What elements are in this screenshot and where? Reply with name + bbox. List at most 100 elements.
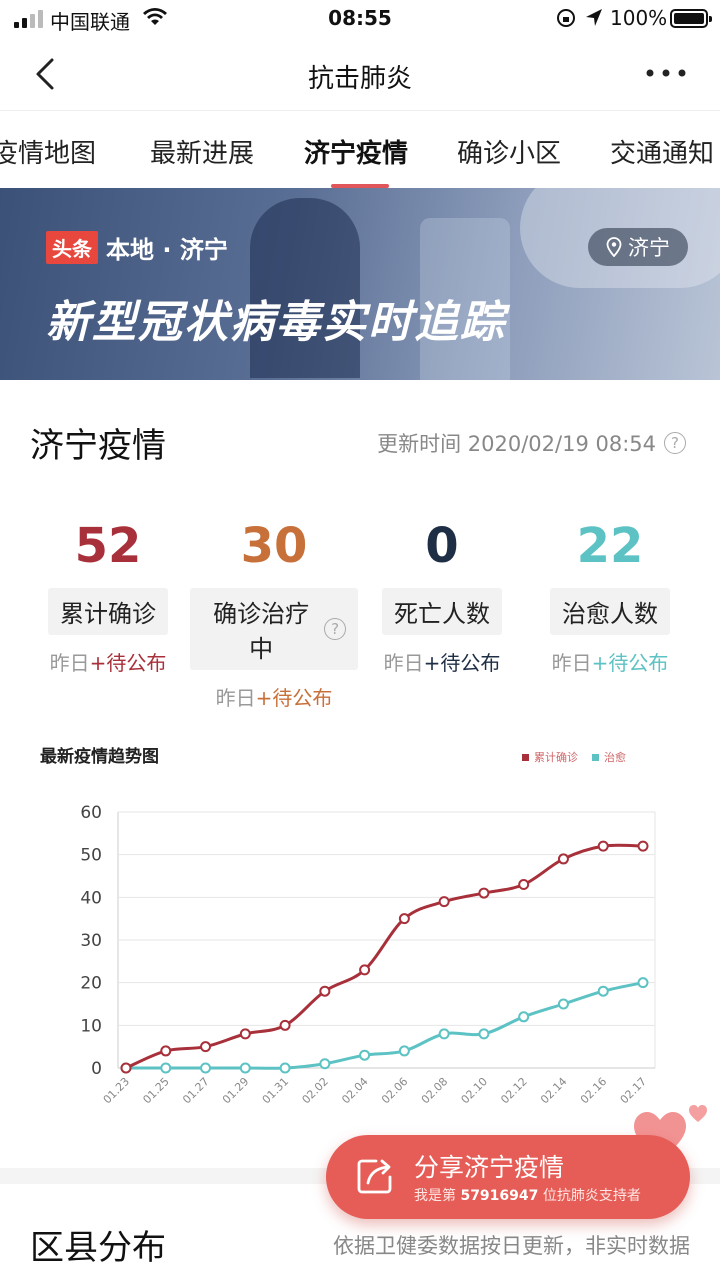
legend-label: 累计确诊 <box>534 751 578 764</box>
data-point <box>319 1058 331 1070</box>
stat-deaths: 0 死亡人数 昨日+待公布 <box>358 518 526 676</box>
update-time-text: 更新时间 2020/02/19 08:54 <box>377 432 656 456</box>
x-tick-label: 02.14 <box>538 1075 569 1106</box>
stat-delta-prefix: 昨日 <box>551 651 592 675</box>
x-tick-label: 01.25 <box>140 1075 171 1106</box>
tab-jining-epidemic[interactable]: 济宁疫情 <box>304 133 408 170</box>
stat-label-text: 治愈人数 <box>562 600 658 628</box>
x-tick-label: 02.04 <box>339 1075 370 1106</box>
hero-banner: 头条 本地 · 济宁 济宁 新型冠状病毒实时追踪 <box>0 188 720 380</box>
stat-value: 22 <box>576 518 644 574</box>
data-point <box>398 1045 410 1057</box>
data-point <box>637 977 649 989</box>
share-button[interactable]: 分享济宁疫情 我是第 57916947 位抗肺炎支持者 <box>326 1135 690 1219</box>
share-icon <box>357 1159 392 1194</box>
data-point <box>279 1019 291 1031</box>
data-point <box>557 998 569 1010</box>
stat-value: 0 <box>425 518 459 574</box>
tab-bar: 疫情地图 最新进展 济宁疫情 确诊小区 交通通知 <box>0 110 720 188</box>
chart-title: 最新疫情趋势图 <box>40 747 159 767</box>
legend-item-confirmed[interactable]: 累计确诊 <box>522 749 578 765</box>
section-title: 济宁疫情 <box>30 426 166 466</box>
data-point <box>597 985 609 997</box>
tab-latest-progress[interactable]: 最新进展 <box>150 133 254 170</box>
legend-swatch <box>592 753 599 761</box>
stat-label: 确诊治疗中? <box>190 588 358 670</box>
data-point <box>438 1028 450 1040</box>
location-selector[interactable]: 济宁 <box>588 228 688 266</box>
data-point <box>398 913 410 925</box>
stat-delta-value: +待公布 <box>591 651 669 675</box>
data-point <box>120 1062 132 1074</box>
x-tick-label: 02.08 <box>419 1075 450 1106</box>
trend-chart[interactable]: 0 10 20 30 40 50 60 01.23 01.25 01.27 01.29 01.31 02… <box>0 780 720 1160</box>
tab-epidemic-map[interactable]: 疫情地图 <box>0 133 96 170</box>
data-point <box>478 1028 490 1040</box>
x-tick-label: 01.23 <box>101 1075 132 1106</box>
legend-swatch <box>522 753 529 761</box>
stat-delta-value: +待公布 <box>423 651 501 675</box>
y-tick-label: 30 <box>80 931 102 951</box>
stat-delta-value: +待公布 <box>89 651 167 675</box>
x-tick-label: 02.12 <box>498 1075 529 1106</box>
stat-under-treatment: 30 确诊治疗中? 昨日+待公布 <box>190 518 358 711</box>
share-sub-prefix: 我是第 <box>414 1188 461 1204</box>
more-options-icon[interactable] <box>642 58 690 88</box>
nav-bar: 抗击肺炎 <box>0 38 720 110</box>
chart-legend: 累计确诊 治愈 <box>522 749 626 765</box>
share-subtext: 我是第 57916947 位抗肺炎支持者 <box>414 1185 641 1205</box>
status-bar: 中国联通 08:55 100% <box>0 0 720 38</box>
data-point <box>557 853 569 865</box>
y-tick-label: 50 <box>80 846 102 866</box>
y-tick-label: 40 <box>80 888 102 908</box>
banner-brand-text: 本地 · 济宁 <box>106 236 228 264</box>
x-tick-label: 01.31 <box>260 1075 291 1106</box>
stat-delta: 昨日+待公布 <box>190 682 358 711</box>
data-point <box>438 896 450 908</box>
y-tick-label: 0 <box>91 1059 102 1079</box>
stat-delta-prefix: 昨日 <box>49 651 90 675</box>
legend-label: 治愈 <box>604 751 626 764</box>
y-tick-label: 10 <box>80 1016 102 1036</box>
x-tick-label: 02.10 <box>459 1075 490 1106</box>
stat-label-text: 死亡人数 <box>394 600 490 628</box>
tab-traffic-notice[interactable]: 交通通知 <box>610 133 714 170</box>
data-point <box>518 1011 530 1023</box>
legend-item-recovered[interactable]: 治愈 <box>592 749 626 765</box>
orientation-lock-icon <box>557 9 575 27</box>
stat-delta-value: +待公布 <box>255 686 333 710</box>
stat-delta-prefix: 昨日 <box>383 651 424 675</box>
banner-headline: 新型冠状病毒实时追踪 <box>46 297 506 348</box>
banner-brand: 头条 本地 · 济宁 <box>46 230 228 265</box>
x-tick-label: 01.27 <box>180 1075 211 1106</box>
y-tick-label: 20 <box>80 974 102 994</box>
location-arrow-icon <box>586 9 602 26</box>
district-section-note: 依据卫健委数据按日更新，非实时数据 <box>333 1234 690 1258</box>
toutiao-badge: 头条 <box>46 231 98 264</box>
stat-label: 死亡人数 <box>382 588 502 635</box>
x-tick-label: 01.29 <box>220 1075 251 1106</box>
x-tick-label: 02.02 <box>300 1075 331 1106</box>
page-title: 抗击肺炎 <box>307 64 412 94</box>
data-point <box>200 1062 212 1074</box>
share-label: 分享济宁疫情 <box>414 1153 565 1182</box>
stat-label: 治愈人数 <box>550 588 670 635</box>
stat-delta: 昨日+待公布 <box>526 647 694 676</box>
stat-label-text: 确诊治疗中 <box>213 600 310 663</box>
district-section-title: 区县分布 <box>30 1228 166 1268</box>
help-icon[interactable]: ? <box>324 618 346 640</box>
stat-label-text: 累计确诊 <box>60 600 156 628</box>
stat-delta: 昨日+待公布 <box>358 647 526 676</box>
stat-label: 累计确诊 <box>48 588 168 635</box>
data-point <box>359 964 371 976</box>
help-icon[interactable]: ? <box>664 432 686 454</box>
data-point <box>319 985 331 997</box>
y-tick-label: 60 <box>80 803 102 823</box>
tab-confirmed-communities[interactable]: 确诊小区 <box>457 133 561 170</box>
supporter-number: 57916947 <box>460 1188 539 1204</box>
data-point <box>359 1049 371 1061</box>
stat-recovered: 22 治愈人数 昨日+待公布 <box>526 518 694 676</box>
share-sub-suffix: 位抗肺炎支持者 <box>538 1188 641 1204</box>
update-time: 更新时间 2020/02/19 08:54 ? <box>377 428 686 458</box>
battery-icon <box>670 9 712 28</box>
